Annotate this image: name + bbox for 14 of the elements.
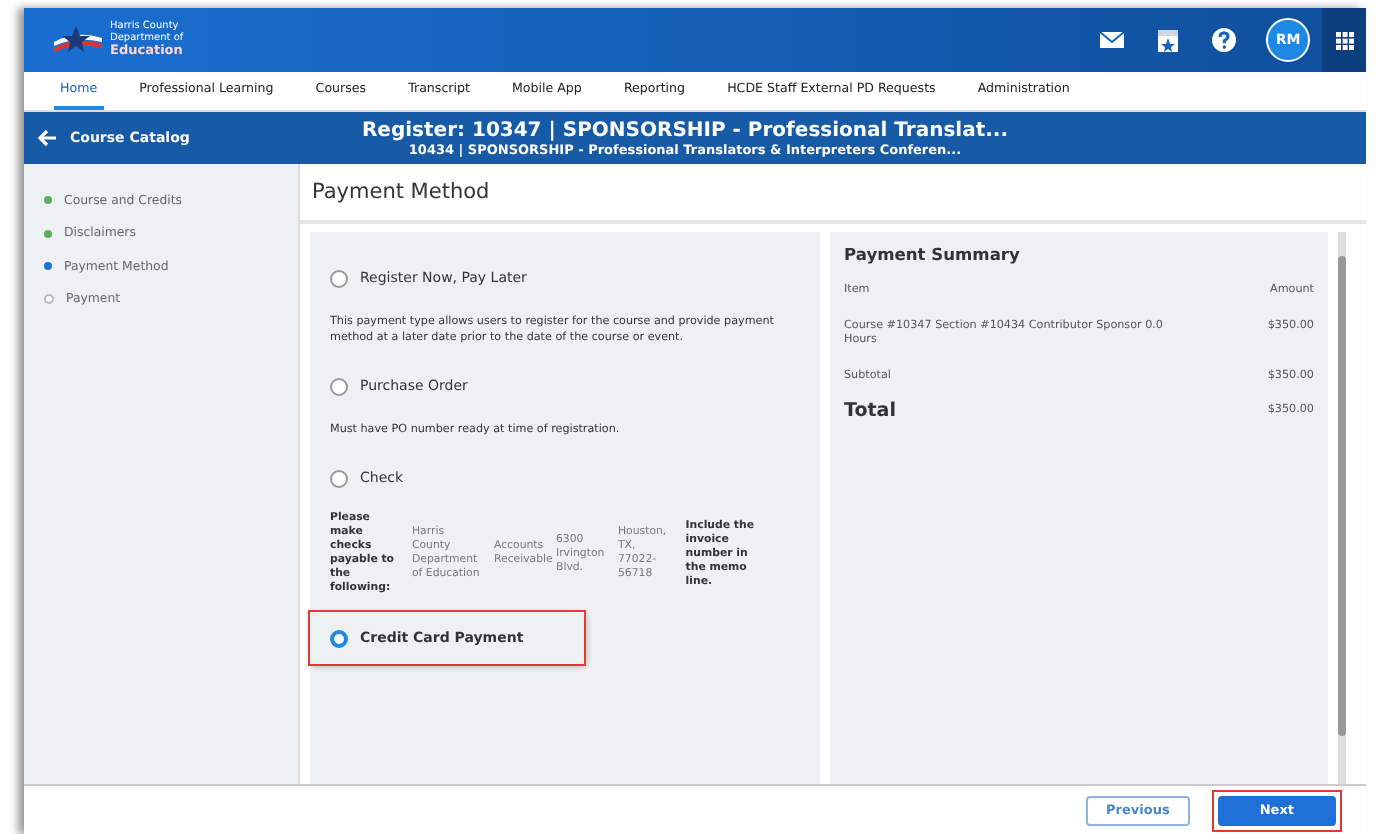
- radio-button[interactable]: [330, 629, 348, 647]
- flag-star-icon: [52, 24, 104, 56]
- scrollbar[interactable]: [1338, 232, 1346, 784]
- back-arrow-icon: [36, 128, 58, 148]
- summary-title: Payment Summary: [844, 244, 1022, 264]
- page-title: Register: 10347 | SPONSORSHIP - Professional Translat...: [361, 119, 1008, 141]
- radio-button[interactable]: [330, 269, 348, 287]
- radio-button[interactable]: [330, 377, 348, 395]
- mail-icon[interactable]: [1098, 26, 1126, 54]
- help-icon[interactable]: [1210, 26, 1238, 54]
- total-label: Total: [844, 404, 896, 419]
- apps-grid-icon[interactable]: [1335, 31, 1353, 49]
- section-heading: Payment Method: [300, 164, 1366, 224]
- radio-button[interactable]: [330, 469, 348, 487]
